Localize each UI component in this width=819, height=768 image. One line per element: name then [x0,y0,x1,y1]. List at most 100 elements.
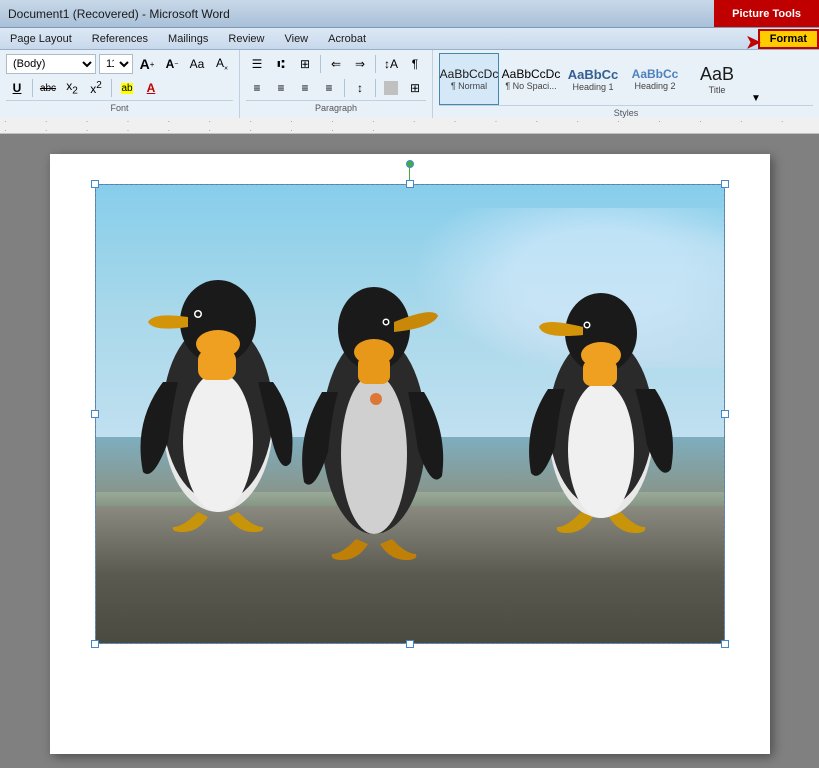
font-format-btn[interactable]: Aa [186,53,208,75]
sep1 [32,79,33,97]
clear-formatting-btn[interactable]: A× [211,53,233,75]
para-row2: ≡ ≡ ≡ ≡ ↕ ⊞ [246,77,426,99]
styles-section: AaBbCcDc ¶ Normal AaBbCcDc ¶ No Spaci...… [433,50,819,118]
image-frame[interactable] [95,184,725,644]
borders-btn[interactable]: ⊞ [404,77,426,99]
format-tab-label: Format [770,33,807,45]
red-arrow-indicator: ➤ [746,33,761,51]
tab-acrobat[interactable]: Acrobat [318,28,376,49]
font-color-btn[interactable]: A [140,77,162,99]
strikethrough-btn[interactable]: abc [37,77,59,99]
strikethrough-icon: abc [40,83,56,94]
multilevel-btn[interactable]: ⊞ [294,53,316,75]
superscript-icon: x2 [90,80,102,96]
tab-mailings[interactable]: Mailings [158,28,218,49]
format-text-icon: Aa [190,57,205,71]
style-normal[interactable]: AaBbCcDc ¶ Normal [439,53,499,105]
show-marks-btn[interactable]: ¶ [404,53,426,75]
increase-indent-btn[interactable]: ⇒ [349,53,371,75]
handle-top-left[interactable] [91,180,99,188]
font-shrink-btn[interactable]: A− [161,53,183,75]
style-no-spacing-preview: AaBbCcDc [502,67,561,81]
font-row2: U abc x2 x2 ab A [6,77,233,99]
numbering-icon: ⑆ [277,57,284,71]
picture-tools-label: Picture Tools [732,8,801,20]
handle-bottom-center[interactable] [406,640,414,648]
sort-icon: ↕A [384,57,398,71]
style-heading1-preview: AaBbCc [568,67,619,82]
justify-icon: ≡ [325,81,332,95]
app-window: Document1 (Recovered) - Microsoft Word P… [0,0,819,768]
font-section-label: Font [6,100,233,115]
tab-page-layout[interactable]: Page Layout [0,28,82,49]
shading-btn[interactable] [380,77,402,99]
tab-references[interactable]: References [82,28,158,49]
document-wrapper[interactable] [0,134,819,768]
penguin-mid-svg [296,244,451,574]
justify-btn[interactable]: ≡ [318,77,340,99]
bullets-icon: ☰ [252,57,263,71]
para-row1: ☰ ⑆ ⊞ ⇐ ⇒ ↕A ¶ [246,53,426,75]
style-title[interactable]: AaB Title [687,53,747,105]
handle-top-right[interactable] [721,180,729,188]
handle-bottom-left[interactable] [91,640,99,648]
font-section: (Body) 11 A+ A− Aa A× [0,50,240,118]
sep3 [320,55,321,73]
style-heading2[interactable]: AaBbCc Heading 2 [625,53,685,105]
picture-tools-tab[interactable]: Picture Tools [714,0,819,27]
style-no-spacing-label: ¶ No Spaci... [505,81,556,91]
align-left-icon: ≡ [253,81,260,95]
increase-indent-icon: ⇒ [355,57,365,71]
font-size-combo[interactable]: 11 [99,54,133,74]
grow-icon: A [140,56,150,72]
handle-mid-right[interactable] [721,410,729,418]
sep6 [375,79,376,97]
handle-bottom-right[interactable] [721,640,729,648]
styles-more-btn[interactable]: ▼ [749,53,763,105]
style-heading2-preview: AaBbCc [632,67,679,81]
align-right-btn[interactable]: ≡ [294,77,316,99]
rotate-handle[interactable] [406,160,414,168]
subscript-btn[interactable]: x2 [61,77,83,99]
dropdown-icon: ▼ [751,93,761,104]
numbering-btn[interactable]: ⑆ [270,53,292,75]
line-spacing-btn[interactable]: ↕ [349,77,371,99]
superscript-btn[interactable]: x2 [85,77,107,99]
pilcrow-icon: ¶ [412,57,418,71]
handle-mid-left[interactable] [91,410,99,418]
highlight-icon: ab [121,83,132,94]
paragraph-section-label: Paragraph [246,100,426,115]
subscript-icon: x2 [66,79,78,96]
highlight-btn[interactable]: ab [116,77,138,99]
tab-format[interactable]: Format [758,29,819,49]
style-heading2-label: Heading 2 [634,81,675,91]
sep4 [375,55,376,73]
align-left-btn[interactable]: ≡ [246,77,268,99]
ruler-marks: · · · · · · · · · · · · · · · · · · · · … [4,118,819,134]
penguin-right-svg [521,257,686,542]
tab-view[interactable]: View [274,28,318,49]
penguin-left-svg [133,242,303,542]
style-no-spacing[interactable]: AaBbCcDc ¶ No Spaci... [501,53,561,105]
sort-btn[interactable]: ↕A [380,53,402,75]
tab-review[interactable]: Review [218,28,274,49]
multilevel-icon: ⊞ [300,57,310,71]
bullets-btn[interactable]: ☰ [246,53,268,75]
font-grow-btn[interactable]: A+ [136,53,158,75]
center-icon: ≡ [277,81,284,95]
styles-gallery: AaBbCcDc ¶ Normal AaBbCcDc ¶ No Spaci...… [439,53,813,105]
document-page [50,154,770,754]
style-heading1[interactable]: AaBbCc Heading 1 [563,53,623,105]
style-normal-label: ¶ Normal [451,81,487,91]
handle-top-center[interactable] [406,180,414,188]
center-btn[interactable]: ≡ [270,77,292,99]
penguin-image [95,184,725,644]
decrease-indent-btn[interactable]: ⇐ [325,53,347,75]
bold-btn[interactable]: U [6,77,28,99]
decrease-indent-icon: ⇐ [331,57,341,71]
style-title-label: Title [709,85,726,95]
style-normal-preview: AaBbCcDc [440,67,499,81]
font-name-combo[interactable]: (Body) [6,54,96,74]
font-color-icon: A [147,81,156,95]
style-title-preview: AaB [700,64,734,85]
